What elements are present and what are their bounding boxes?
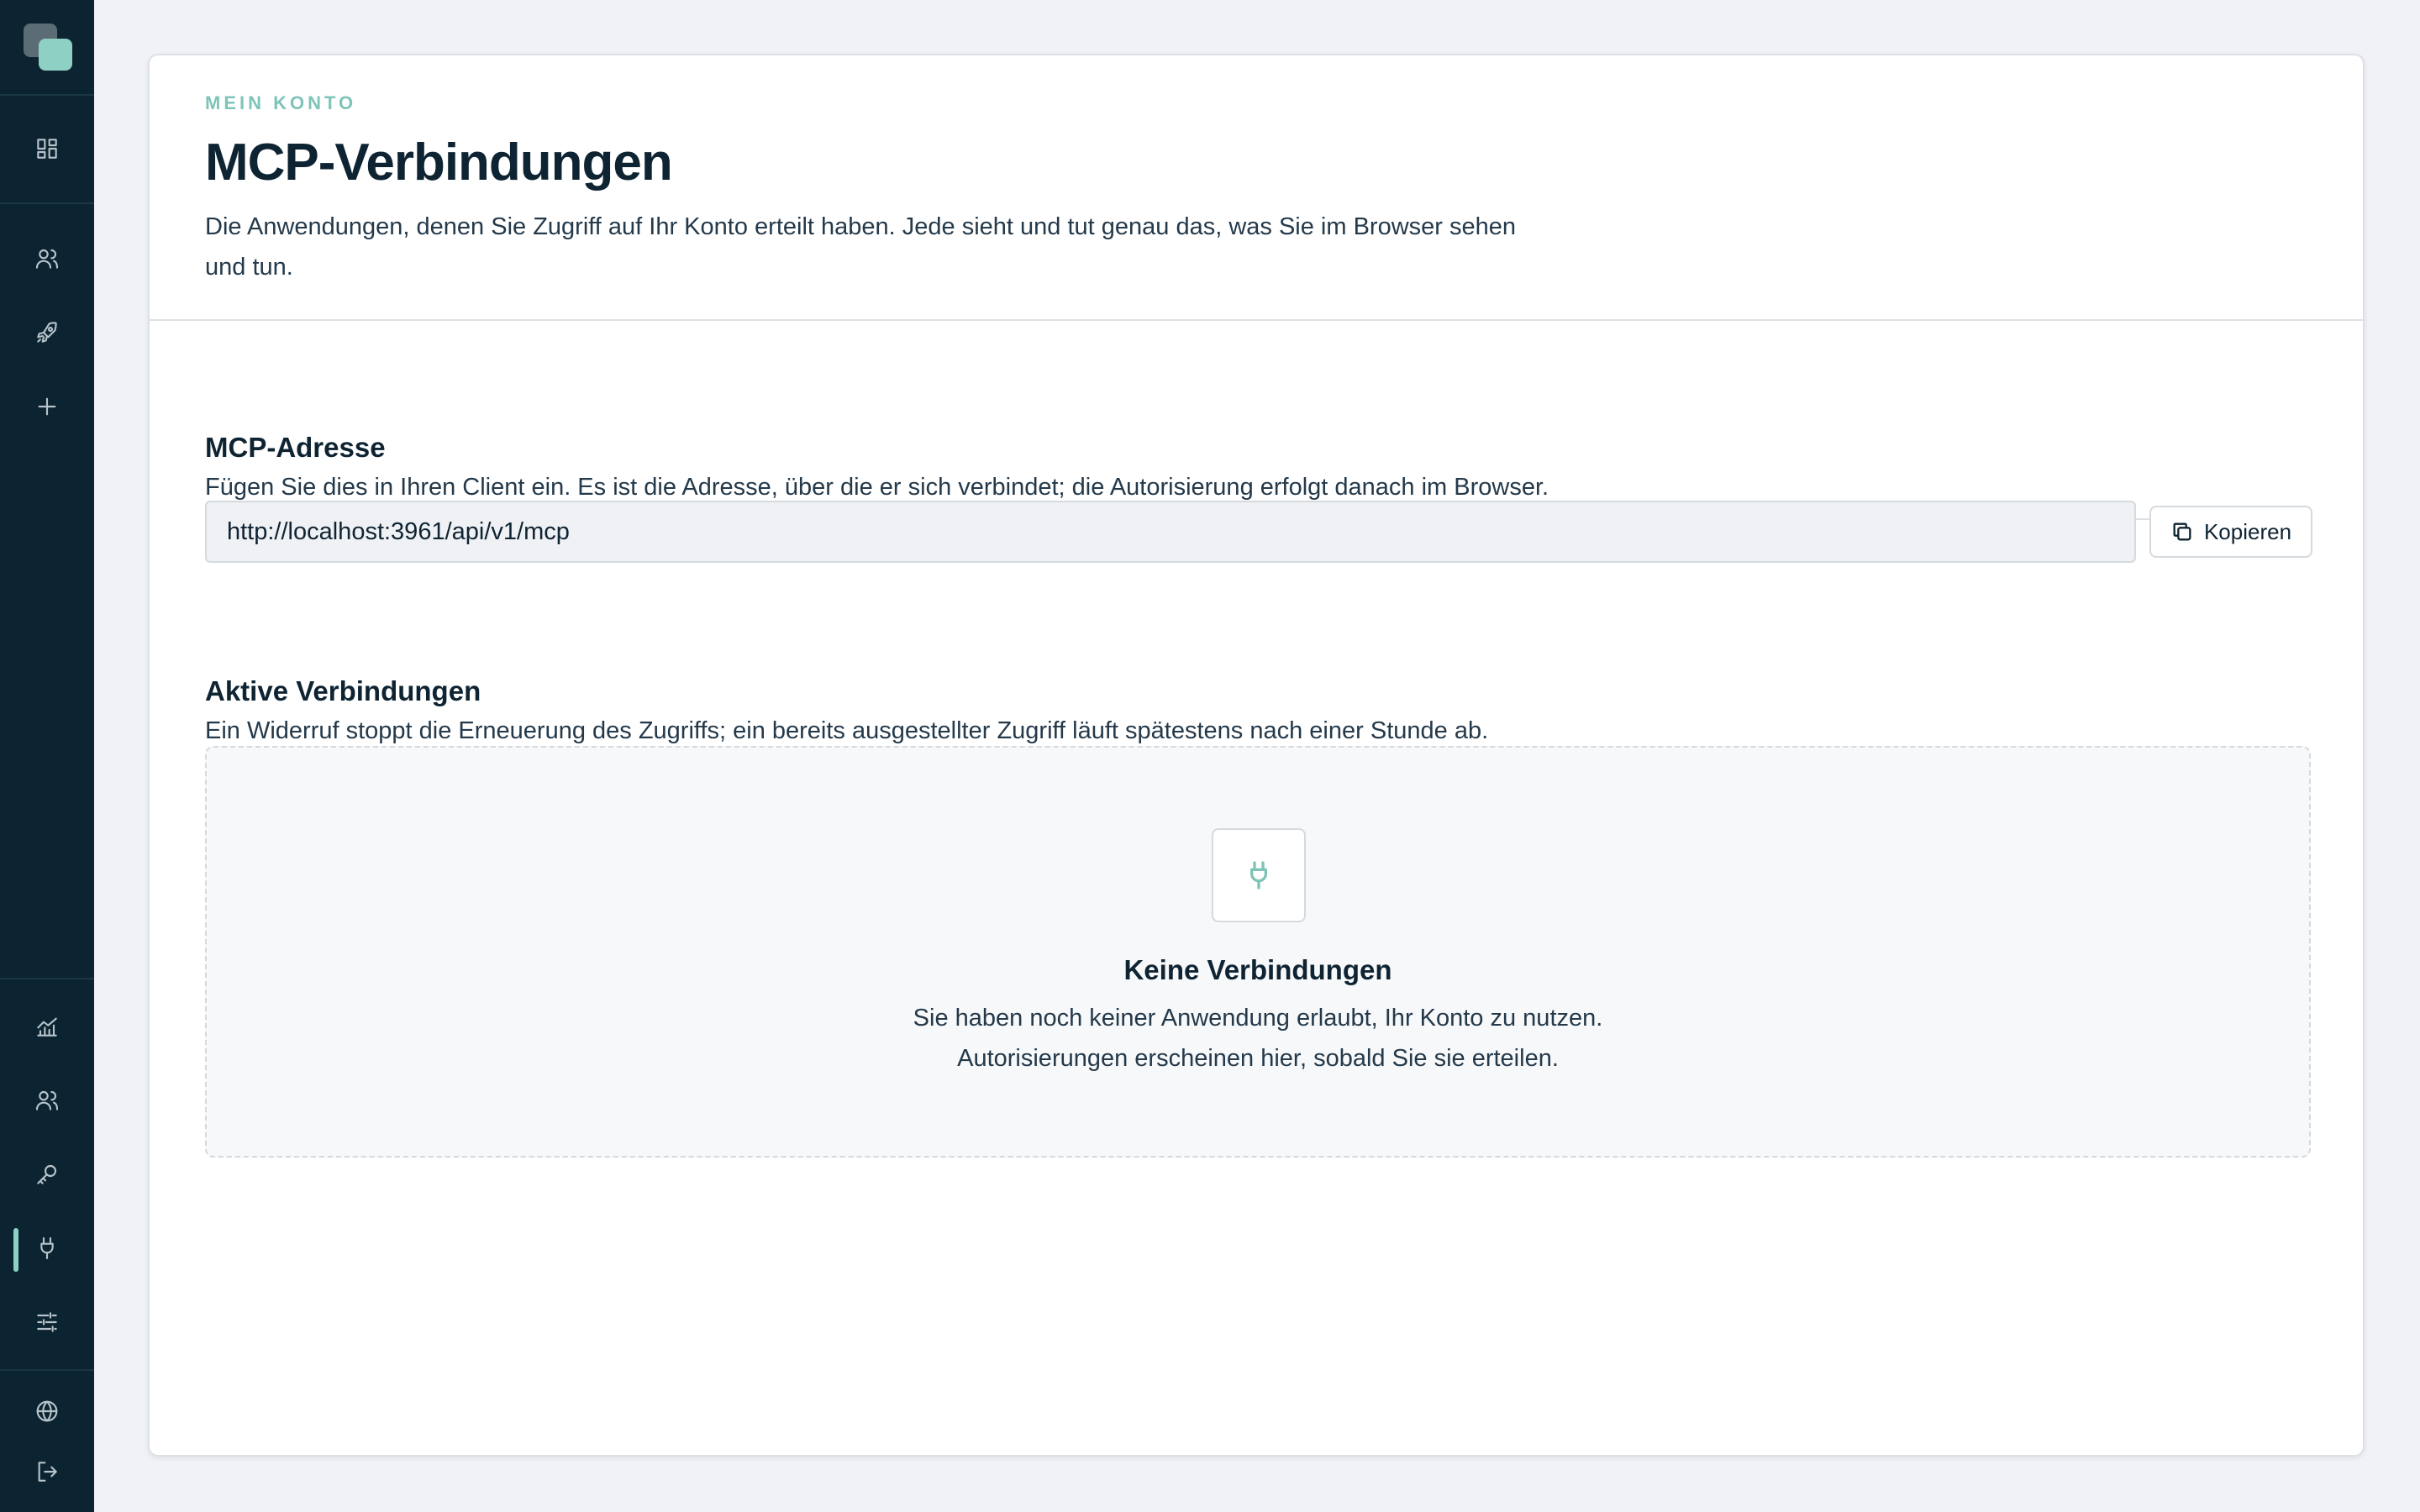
plug-icon bbox=[1250, 861, 1267, 890]
empty-state-icon-box bbox=[1212, 828, 1306, 922]
copy-button[interactable]: Kopieren bbox=[2149, 506, 2312, 558]
empty-state-title: Keine Verbindungen bbox=[1123, 954, 1392, 985]
copy-button-label: Kopieren bbox=[2203, 518, 2292, 544]
empty-state-line-1: Sie haben noch keiner Anwendung erlaubt,… bbox=[913, 1005, 1603, 1032]
key-icon bbox=[37, 1164, 57, 1184]
page-title: MCP-Verbindungen bbox=[205, 134, 673, 192]
empty-state-line-2: Autorisierungen erscheinen hier, sobald … bbox=[957, 1045, 1559, 1072]
globe-icon bbox=[36, 1400, 58, 1422]
sidebar-item-analytics[interactable] bbox=[0, 996, 94, 1057]
sidebar-item-settings[interactable] bbox=[0, 1292, 94, 1352]
plug-icon bbox=[40, 1236, 54, 1260]
sliders-icon bbox=[37, 1312, 57, 1332]
sidebar-item-keys[interactable] bbox=[0, 1144, 94, 1205]
main-card: MEIN KONTO MCP-Verbindungen Die Anwendun… bbox=[148, 54, 2365, 1457]
sidebar-divider bbox=[0, 202, 94, 204]
dashboard-icon bbox=[37, 139, 57, 159]
connections-title: Aktive Verbindungen bbox=[205, 675, 481, 706]
breadcrumb-eyebrow: MEIN KONTO bbox=[205, 92, 357, 113]
sidebar-item-mcp-connections[interactable] bbox=[0, 1218, 94, 1278]
mcp-address-description: Fügen Sie dies in Ihren Client ein. Es i… bbox=[205, 474, 1549, 501]
plus-icon bbox=[38, 397, 56, 416]
team-icon bbox=[35, 1090, 59, 1110]
page-description: Die Anwendungen, denen Sie Zugriff auf I… bbox=[205, 213, 1517, 281]
users-icon bbox=[35, 249, 59, 269]
sidebar-item-team[interactable] bbox=[0, 1070, 94, 1131]
header-divider bbox=[150, 319, 2363, 321]
logout-icon bbox=[38, 1462, 57, 1482]
sidebar-divider bbox=[0, 94, 94, 96]
sidebar-item-logout[interactable] bbox=[0, 1441, 94, 1502]
empty-state: Keine Verbindungen Sie haben noch keiner… bbox=[205, 746, 2311, 1158]
sidebar-item-users[interactable] bbox=[0, 228, 94, 289]
empty-state-text: Sie haben noch keiner Anwendung erlaubt,… bbox=[207, 998, 2309, 1079]
app-logo[interactable] bbox=[24, 24, 72, 71]
copy-icon bbox=[2173, 522, 2191, 541]
sidebar bbox=[0, 0, 94, 1512]
sidebar-item-dashboard[interactable] bbox=[0, 118, 94, 179]
sidebar-divider bbox=[0, 978, 94, 979]
chart-icon bbox=[37, 1017, 57, 1037]
mcp-address-title: MCP-Adresse bbox=[205, 432, 386, 463]
connections-description: Ein Widerruf stoppt die Erneuerung des Z… bbox=[205, 717, 1489, 744]
rocket-icon bbox=[37, 322, 57, 343]
sidebar-item-rocket[interactable] bbox=[0, 302, 94, 363]
sidebar-item-language[interactable] bbox=[0, 1381, 94, 1441]
mcp-url-input[interactable] bbox=[205, 501, 2136, 563]
sidebar-divider bbox=[0, 1369, 94, 1371]
sidebar-item-add[interactable] bbox=[0, 376, 94, 437]
